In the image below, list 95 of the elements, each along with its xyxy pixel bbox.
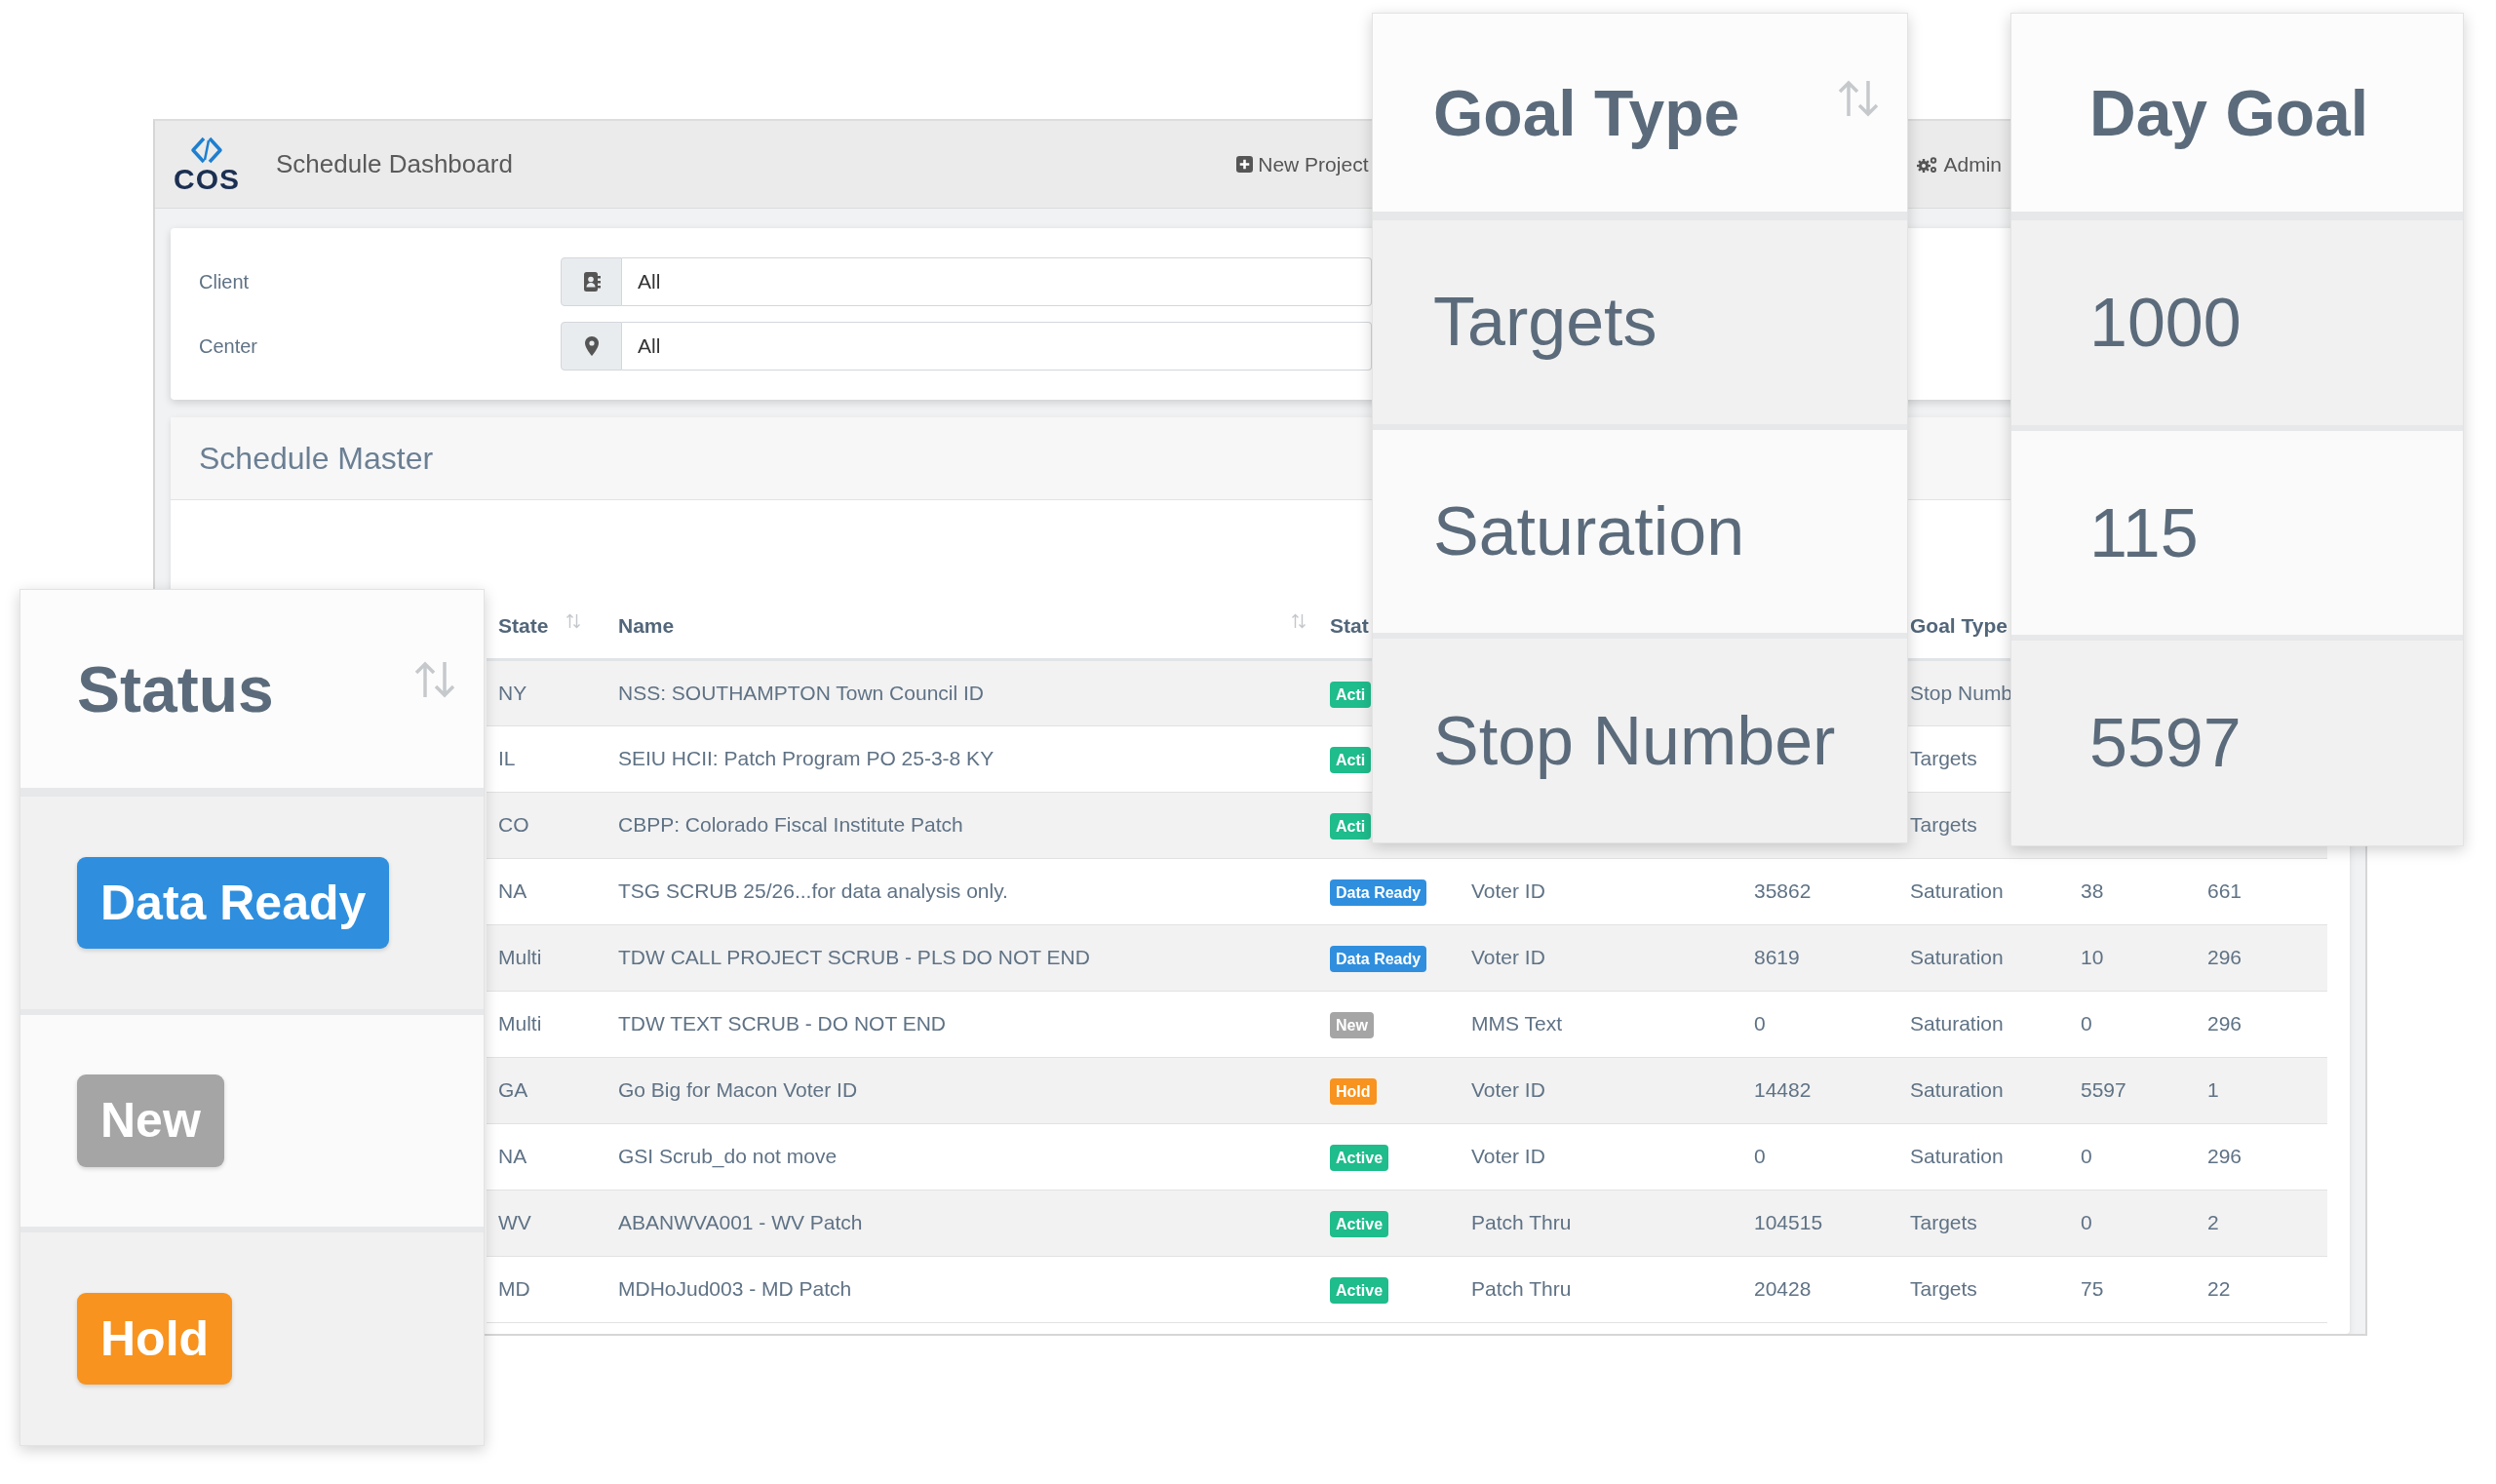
- status-badge: Hold: [1330, 1078, 1377, 1106]
- table-cell: 0: [2069, 1123, 2196, 1190]
- app-title: Schedule Dashboard: [276, 148, 513, 180]
- table-cell: NA: [487, 858, 606, 924]
- table-cell: 2: [2196, 1190, 2327, 1256]
- address-book-icon: [582, 272, 601, 292]
- table-cell: WV: [487, 1190, 606, 1256]
- table-cell: 75: [2069, 1256, 2196, 1322]
- table-cell: Voter ID: [1460, 858, 1742, 924]
- select-field[interactable]: All: [622, 322, 1372, 371]
- table-cell: Saturation: [1898, 991, 2069, 1057]
- table-cell: MDHoJud003 - MD Patch: [606, 1256, 1318, 1322]
- status-badge: Active: [1330, 1211, 1389, 1238]
- table-cell: Multi: [487, 991, 606, 1057]
- table-cell: SEIU HCII: Patch Program PO 25-3-8 KY: [606, 725, 1318, 792]
- table-cell: NY: [487, 659, 606, 725]
- status-badge: Hold: [77, 1292, 233, 1386]
- table-cell: TDW CALL PROJECT SCRUB - PLS DO NOT END: [606, 924, 1318, 991]
- table-cell: Voter ID: [1460, 1057, 1742, 1123]
- table-cell: 296: [2196, 924, 2327, 991]
- table-cell: 5597: [2069, 1057, 2196, 1123]
- table-cell: 0: [1742, 991, 1898, 1057]
- callout-heading: Status: [77, 656, 274, 722]
- status-badge: Acti: [1330, 813, 1372, 840]
- logo-icon: [190, 135, 223, 165]
- callout-value: 115: [2089, 498, 2199, 567]
- sort-icon[interactable]: [566, 613, 582, 630]
- table-cell: 35862: [1742, 858, 1898, 924]
- callout-value: 1000: [2089, 288, 2242, 357]
- table-cell: 661: [2196, 858, 2327, 924]
- table-cell: Multi: [487, 924, 606, 991]
- table-cell: 38: [2069, 858, 2196, 924]
- column-header[interactable]: Stat: [1330, 609, 1369, 641]
- table-cell: MD: [487, 1256, 606, 1322]
- status-badge: Data Ready: [1330, 946, 1427, 973]
- gears-icon: [1917, 155, 1939, 174]
- filter-label: Center: [199, 334, 259, 359]
- table-cell: Targets: [1898, 1190, 2069, 1256]
- table-cell: NA: [487, 1123, 606, 1190]
- plus-square-icon: [1236, 156, 1254, 173]
- table-cell: CBPP: Colorado Fiscal Institute Patch: [606, 792, 1318, 858]
- table-cell: Saturation: [1898, 924, 2069, 991]
- table-cell: 296: [2196, 1123, 2327, 1190]
- logo: COS: [173, 135, 241, 194]
- select-field[interactable]: All: [622, 257, 1372, 306]
- table-cell: GSI Scrub_do not move: [606, 1123, 1318, 1190]
- card-title: Schedule Master: [199, 440, 434, 478]
- table-cell: Saturation: [1898, 1123, 2069, 1190]
- table-cell: 104515: [1742, 1190, 1898, 1256]
- status-badge: Acti: [1330, 681, 1372, 708]
- table-cell: 14482: [1742, 1057, 1898, 1123]
- map-pin-icon: [584, 336, 599, 356]
- table-cell: 0: [1742, 1123, 1898, 1190]
- status-badge: Data Ready: [77, 856, 390, 950]
- table-cell: 10: [2069, 924, 2196, 991]
- table-cell: 22: [2196, 1256, 2327, 1322]
- table-cell: 8619: [1742, 924, 1898, 991]
- status-badge: Active: [1330, 1277, 1389, 1305]
- table-cell: Saturation: [1898, 1057, 2069, 1123]
- column-header[interactable]: State: [498, 609, 549, 641]
- status-badge: New: [77, 1074, 224, 1167]
- table-cell: 0: [2069, 991, 2196, 1057]
- table-cell: NSS: SOUTHAMPTON Town Council ID: [606, 659, 1318, 725]
- table-cell: TDW TEXT SCRUB - DO NOT END: [606, 991, 1318, 1057]
- table-cell: IL: [487, 725, 606, 792]
- table-cell: Saturation: [1898, 858, 2069, 924]
- status-badge: Active: [1330, 1145, 1389, 1172]
- menu-link[interactable]: Admin: [1917, 148, 2002, 180]
- sort-icon[interactable]: [1291, 613, 1306, 630]
- callout-value: Saturation: [1433, 497, 1745, 566]
- status-badge: Acti: [1330, 747, 1372, 774]
- table-cell: Voter ID: [1460, 1123, 1742, 1190]
- table-cell: GA: [487, 1057, 606, 1123]
- table-cell: 1: [2196, 1057, 2327, 1123]
- column-header[interactable]: Name: [618, 609, 675, 641]
- table-cell: TSG SCRUB 25/26...for data analysis only.: [606, 858, 1318, 924]
- status-badge: Data Ready: [1330, 879, 1427, 907]
- table-cell: Targets: [1898, 1256, 2069, 1322]
- sort-icon[interactable]: [413, 659, 456, 699]
- sort-icon[interactable]: [1837, 78, 1880, 118]
- table-cell: ABANWVA001 - WV Patch: [606, 1190, 1318, 1256]
- table-cell: 296: [2196, 991, 2327, 1057]
- column-header[interactable]: Goal Type: [1910, 609, 2008, 641]
- table-cell: Go Big for Macon Voter ID: [606, 1057, 1318, 1123]
- table-cell: MMS Text: [1460, 991, 1742, 1057]
- filter-label: Client: [199, 270, 251, 294]
- table-cell: Patch Thru: [1460, 1190, 1742, 1256]
- callout-value: 5597: [2089, 709, 2242, 778]
- table-cell: Voter ID: [1460, 924, 1742, 991]
- table-cell: CO: [487, 792, 606, 858]
- menu-link[interactable]: New Project: [1236, 148, 1369, 180]
- table-cell: Patch Thru: [1460, 1256, 1742, 1322]
- status-badge: New: [1330, 1012, 1374, 1039]
- table-cell: 0: [2069, 1190, 2196, 1256]
- table-cell: 20428: [1742, 1256, 1898, 1322]
